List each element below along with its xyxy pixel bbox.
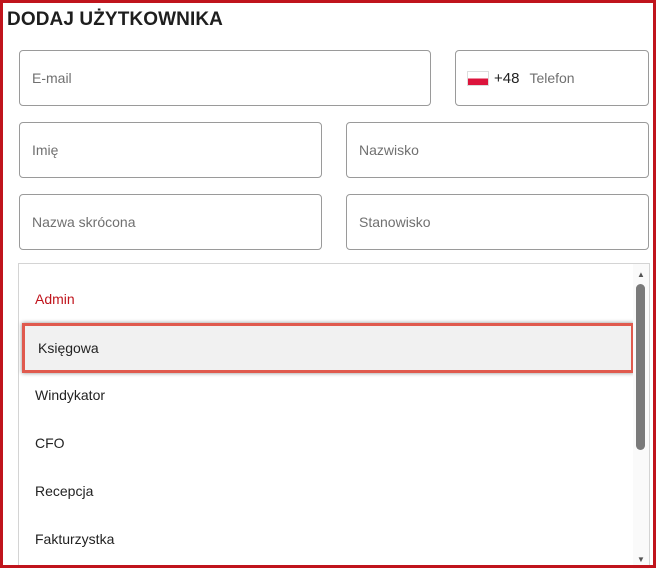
last-name-field[interactable] <box>346 122 649 178</box>
poland-flag-icon[interactable] <box>468 71 488 85</box>
role-option-admin[interactable]: Admin <box>19 275 633 323</box>
role-option-cfo[interactable]: CFO <box>19 419 633 467</box>
position-input[interactable] <box>359 214 648 230</box>
scroll-down-arrow-icon[interactable]: ▼ <box>633 553 649 567</box>
listbox-scrollbar[interactable]: ▲ ▼ <box>633 264 649 569</box>
scrollbar-thumb[interactable] <box>636 284 645 450</box>
short-name-field[interactable] <box>19 194 322 250</box>
role-option-windykator[interactable]: Windykator <box>19 371 633 419</box>
page-title: DODAJ UŻYTKOWNIKA <box>7 9 223 30</box>
first-name-field[interactable] <box>19 122 322 178</box>
short-name-input[interactable] <box>32 214 321 230</box>
scroll-up-arrow-icon[interactable]: ▲ <box>633 268 649 282</box>
role-option-fakturzystka[interactable]: Fakturzystka <box>19 515 633 563</box>
email-input[interactable] <box>32 70 430 86</box>
first-name-input[interactable] <box>32 142 321 158</box>
position-field[interactable] <box>346 194 649 250</box>
role-listbox[interactable]: Admin Księgowa Windykator CFO Recepcja F… <box>18 263 650 569</box>
phone-input[interactable] <box>529 70 620 86</box>
phone-prefix: +48 <box>494 69 520 87</box>
email-field[interactable] <box>19 50 431 106</box>
role-option-ksiegowa[interactable]: Księgowa <box>22 323 634 373</box>
last-name-input[interactable] <box>359 142 648 158</box>
phone-field[interactable]: +48 <box>455 50 649 106</box>
role-option-recepcja[interactable]: Recepcja <box>19 467 633 515</box>
